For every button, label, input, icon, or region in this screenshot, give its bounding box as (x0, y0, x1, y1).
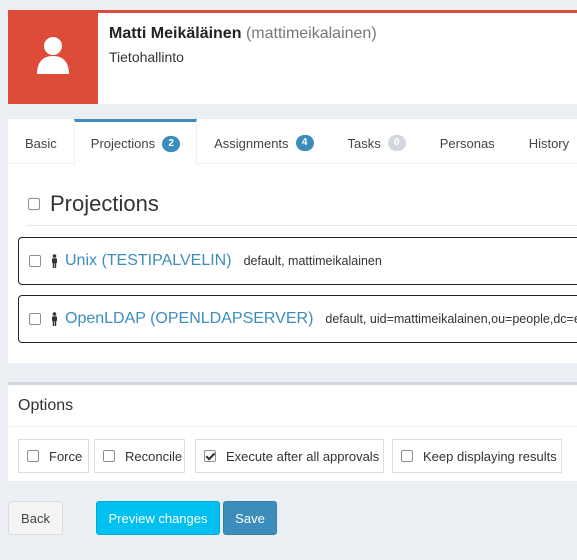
projection-row: OpenLDAP (OPENLDAPSERVER) default, uid=m… (18, 295, 577, 343)
option-label: Reconcile (125, 448, 183, 464)
select-all-checkbox[interactable] (28, 198, 40, 210)
back-button[interactable]: Back (8, 501, 63, 535)
tab-label: History (528, 135, 570, 151)
user-login-name: (mattimeikalainen) (245, 25, 377, 42)
tab-strip: Basic Projections 2 Assignments 4 Tasks … (8, 119, 577, 165)
reconcile-checkbox[interactable] (103, 450, 115, 462)
force-option[interactable]: Force (18, 439, 89, 473)
tab-personas[interactable]: Personas (423, 119, 512, 164)
count-badge: 0 (387, 135, 406, 151)
projection-link[interactable]: Unix (TESTIPALVELIN) (65, 252, 232, 270)
projection-row: Unix (TESTIPALVELIN) default, mattimeika… (18, 237, 577, 285)
user-summary-header: Matti Meikäläinen (mattimeikalainen) Tie… (8, 10, 577, 104)
projection-link[interactable]: OpenLDAP (OPENLDAPSERVER) (65, 310, 313, 328)
options-panel: Options Force Reconcile Execute after al… (8, 382, 577, 481)
user-display-name: Matti Meikäläinen (109, 25, 242, 42)
count-badge: 2 (162, 135, 181, 152)
tab-label: Personas (439, 135, 495, 151)
tab-history[interactable]: History (512, 119, 577, 164)
save-button[interactable]: Save (223, 501, 277, 535)
projection-checkbox[interactable] (29, 255, 41, 267)
projections-header: Projections (26, 191, 159, 217)
tab-tasks[interactable]: Tasks 0 (331, 119, 423, 164)
options-title: Options (8, 385, 577, 427)
tabs-panel: Basic Projections 2 Assignments 4 Tasks … (8, 119, 577, 363)
execute-after-approvals-checkbox[interactable] (204, 450, 216, 462)
projection-description: default, mattimeikalainen (243, 254, 382, 268)
tab-basic[interactable]: Basic (8, 119, 74, 164)
projection-description: default, uid=mattimeikalainen,ou=people,… (325, 312, 577, 326)
user-icon (36, 36, 70, 79)
projection-checkbox[interactable] (29, 313, 41, 325)
tab-label: Basic (25, 135, 57, 151)
keep-displaying-results-checkbox[interactable] (401, 450, 413, 462)
person-icon (51, 312, 58, 326)
keep-displaying-results-option[interactable]: Keep displaying results (392, 439, 562, 473)
count-badge: 4 (295, 135, 314, 151)
tab-label: Tasks (347, 135, 381, 151)
divider (26, 225, 577, 226)
reconcile-option[interactable]: Reconcile (94, 439, 185, 473)
avatar (8, 10, 98, 104)
option-label: Keep displaying results (423, 448, 557, 464)
preview-changes-button[interactable]: Preview changes (96, 501, 220, 535)
person-icon (51, 254, 58, 268)
option-label: Force (49, 448, 83, 464)
tab-label: Assignments (214, 135, 289, 151)
tab-assignments[interactable]: Assignments 4 (197, 119, 330, 164)
execute-after-approvals-option[interactable]: Execute after all approvals (195, 439, 384, 473)
projections-title: Projections (50, 191, 159, 216)
user-organization: Tietohallinto (109, 49, 184, 65)
option-label: Execute after all approvals (226, 448, 380, 464)
tab-projections[interactable]: Projections 2 (73, 119, 198, 165)
force-checkbox[interactable] (27, 450, 39, 462)
tab-label: Projections (90, 136, 156, 151)
